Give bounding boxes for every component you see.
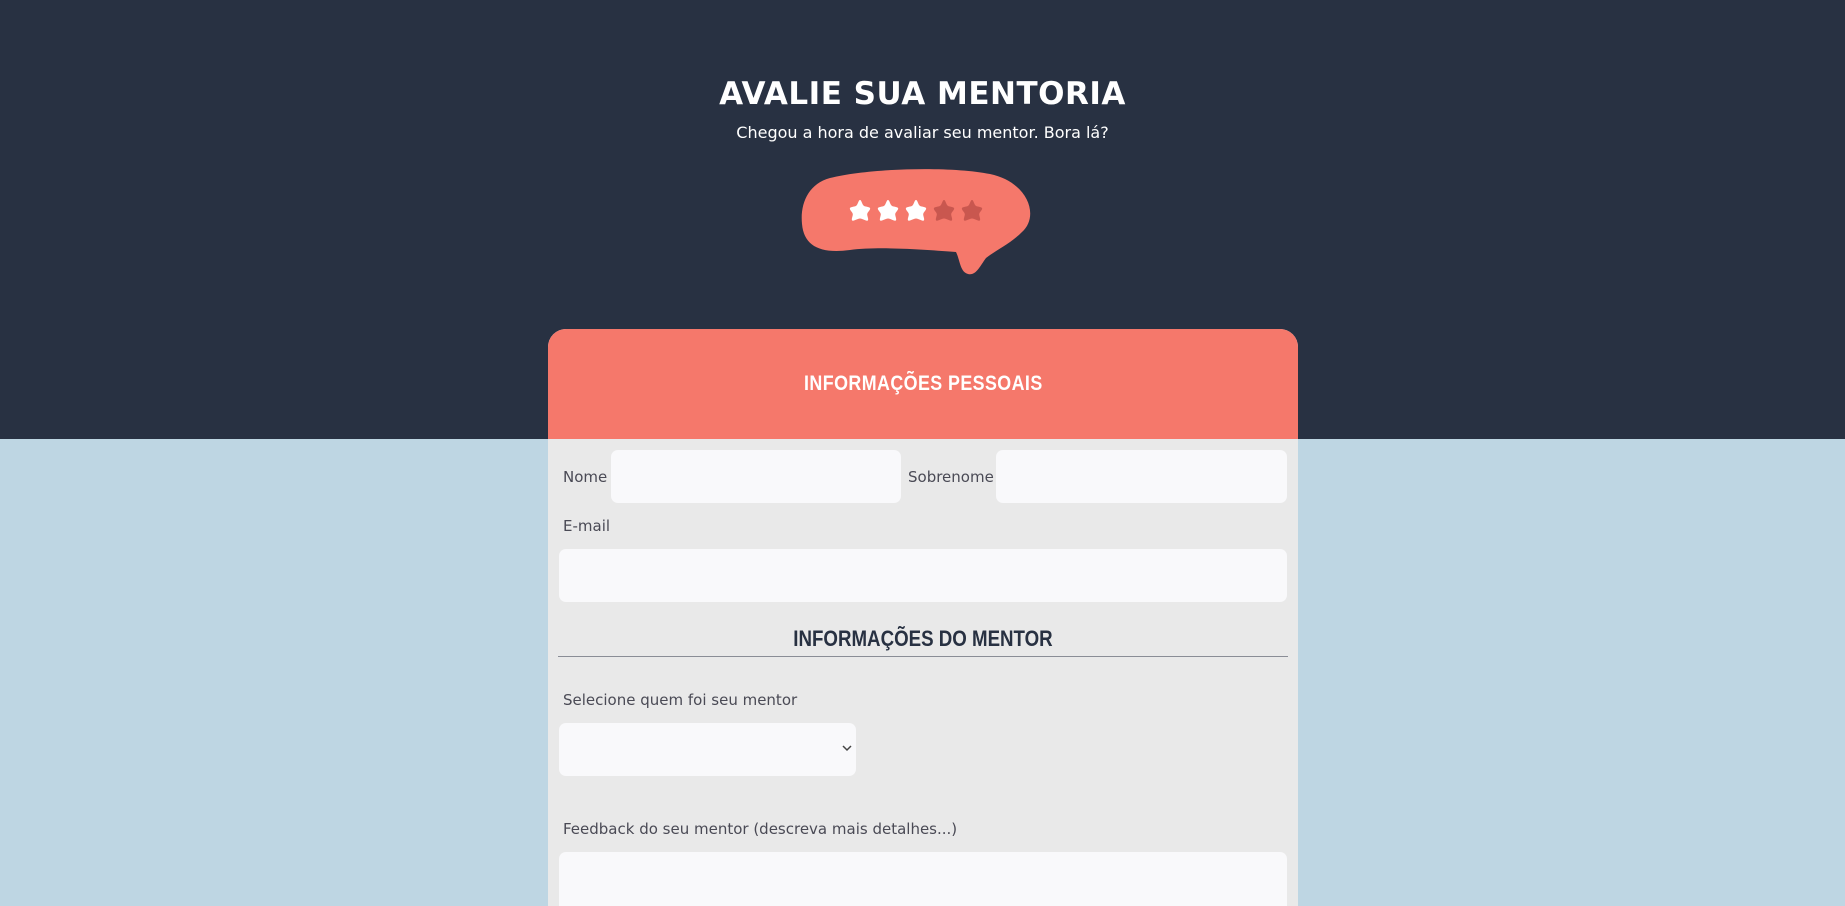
mentor-select-label: Selecione quem foi seu mentor <box>563 691 798 709</box>
mentor-select[interactable] <box>559 723 856 776</box>
feedback-textarea[interactable] <box>559 852 1287 906</box>
page-subtitle: Chegou a hora de avaliar seu mentor. Bor… <box>736 123 1109 142</box>
star-icon[interactable] <box>932 198 956 222</box>
last-name-field[interactable] <box>996 450 1287 503</box>
first-name-label: Nome <box>563 468 608 486</box>
last-name-label: Sobrenome <box>908 468 994 486</box>
personal-info-title: INFORMAÇÕES PESSOAIS <box>803 372 1043 395</box>
page-title: AVALIE SUA MENTORIA <box>719 76 1126 112</box>
page: AVALIE SUA MENTORIA Chegou a hora de ava… <box>0 0 1845 906</box>
star-icon[interactable] <box>960 198 984 222</box>
star-icon[interactable] <box>904 198 928 222</box>
email-field[interactable] <box>559 549 1287 602</box>
personal-info-header: INFORMAÇÕES PESSOAIS <box>548 329 1298 439</box>
email-label: E-mail <box>563 517 611 535</box>
feedback-label: Feedback do seu mentor (descreva mais de… <box>563 820 958 838</box>
star-icon[interactable] <box>876 198 900 222</box>
chevron-down-icon[interactable] <box>842 741 852 755</box>
rating-stars[interactable] <box>848 198 984 222</box>
evaluation-form-card: INFORMAÇÕES PESSOAIS Nome Sobrenome E-ma… <box>548 329 1298 906</box>
mentor-info-title: INFORMAÇÕES DO MENTOR <box>793 626 1053 651</box>
first-name-field[interactable] <box>611 450 901 503</box>
speech-bubble-icon <box>801 169 1031 275</box>
section-divider <box>558 656 1288 657</box>
star-icon[interactable] <box>848 198 872 222</box>
